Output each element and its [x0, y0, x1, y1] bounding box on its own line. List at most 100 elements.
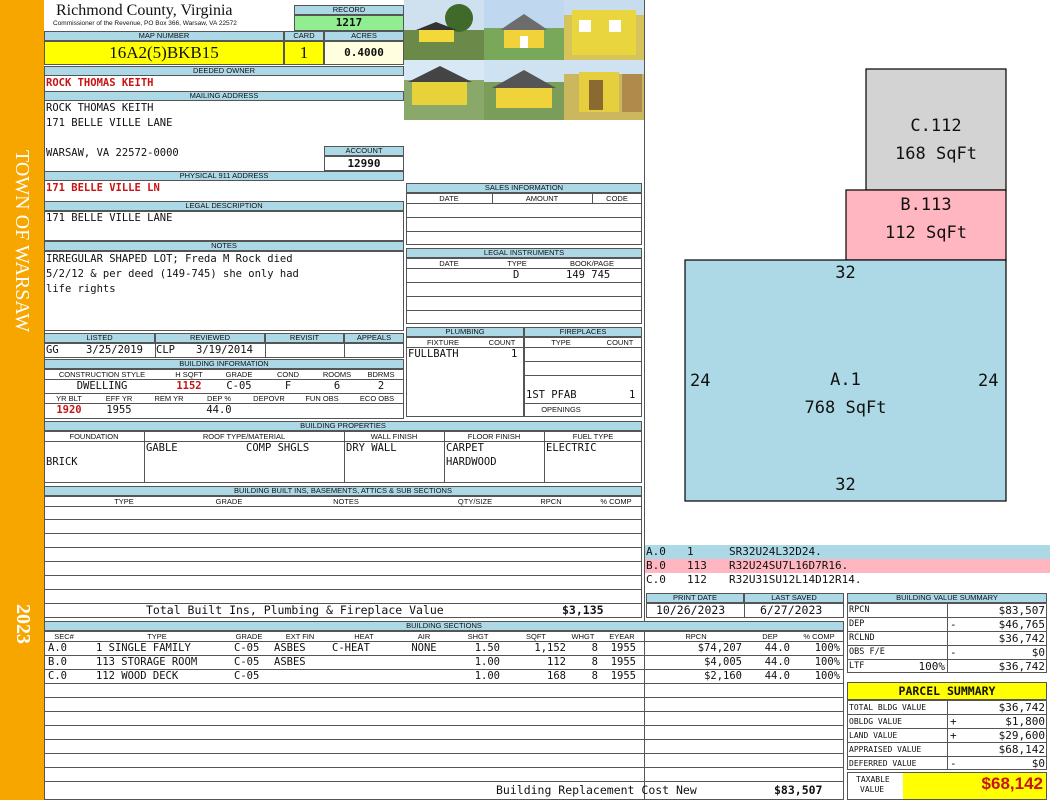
bld-dep: 44.0: [206, 404, 232, 416]
replacement-label: Building Replacement Cost New: [496, 783, 697, 797]
account-label: ACCOUNT: [324, 146, 404, 156]
sec-row-line: [44, 697, 844, 698]
fire-count: 1: [629, 389, 636, 401]
instr-bookpage: 149 745: [566, 269, 611, 281]
bld-col-remyr: REM YR: [154, 394, 184, 403]
bvs-dep-label: DEP: [849, 619, 865, 629]
tax-year: 2023: [12, 604, 34, 644]
section-cell-whgt: 8: [591, 656, 598, 668]
section-cell-shgt: 1.00: [474, 670, 500, 682]
bvs-rpcn-value: $83,507: [998, 604, 1045, 617]
fire-row: [524, 403, 642, 404]
listed-label: LISTED: [44, 333, 155, 343]
parcel-land-label: LAND VALUE: [849, 731, 898, 740]
mailing-line2: 171 BELLE VILLE LANE: [46, 117, 173, 129]
section-cell-shgt: 1.00: [474, 656, 500, 668]
section-cell-sqft: 112: [547, 656, 566, 668]
sales-col-date: DATE: [439, 194, 459, 203]
bvs-label: BUILDING VALUE SUMMARY: [847, 593, 1047, 603]
bld-bdrms: 2: [377, 380, 385, 392]
map-label: MAP NUMBER: [44, 31, 284, 41]
taxable-label-1: TAXABLE: [856, 775, 890, 784]
bi-divider: [44, 506, 642, 507]
section-cell-comp: 100%: [814, 656, 840, 668]
props-foundation: BRICK: [46, 456, 78, 468]
bi-col-qty: QTY/SIZE: [457, 497, 493, 506]
bvs-obs-value: $0: [1031, 646, 1045, 659]
instr-type: D: [513, 269, 520, 281]
print-date-label: PRINT DATE: [646, 593, 744, 603]
record-label: RECORD: [294, 5, 404, 15]
sketch-b-code: B.113: [900, 195, 952, 215]
section-cell-type: 112 WOOD DECK: [96, 670, 179, 682]
sales-col-line: [492, 193, 493, 203]
section-cell-sqft: 1,152: [534, 642, 566, 654]
bld-col-effyr: EFF YR: [105, 394, 133, 403]
sec-col-comp: % COMP: [803, 632, 835, 641]
props-floor-1: CARPET: [446, 442, 484, 454]
sections-label: BUILDING SECTIONS: [44, 621, 844, 631]
sec-col-type: TYPE: [147, 632, 167, 641]
sec-row-line: [44, 711, 844, 712]
sales-row: [406, 231, 642, 232]
legal-box: [44, 211, 404, 241]
section-cell-rpcn: $4,005: [704, 656, 742, 668]
instr-col-book: BOOK/PAGE: [569, 259, 615, 268]
listed-col-line: [155, 343, 156, 358]
notes-line3: life rights: [46, 283, 116, 295]
sec-row-line: [44, 683, 844, 684]
sketch-b-area: 112 SqFt: [885, 223, 967, 243]
bvs-ltf-label: LTF: [849, 661, 865, 671]
sales-row: [406, 217, 642, 218]
mailing-line1: ROCK THOMAS KEITH: [46, 102, 154, 114]
builtins-label: BUILDING BUILT INS, BASEMENTS, ATTICS & …: [44, 486, 642, 496]
dates-col-line: [744, 603, 745, 618]
listed-date: 3/25/2019: [86, 344, 143, 356]
sketch-dim-left: 24: [690, 371, 711, 391]
taxable-label-2: VALUE: [860, 785, 885, 794]
sketch-c-area: 168 SqFt: [895, 144, 977, 164]
bld-hsqft: 1152: [176, 380, 202, 392]
bi-row: [44, 547, 642, 548]
section-cell-sec: C.0: [48, 670, 67, 682]
props-col-line: [344, 431, 345, 483]
section-cell-sec: A.0: [48, 642, 67, 654]
sec-row-line: [44, 725, 844, 726]
plumb-col-fixture: FIXTURE: [426, 338, 460, 347]
account-number: 12990: [324, 156, 404, 171]
listed-col-line: [265, 343, 266, 358]
bi-row: [44, 519, 642, 520]
section-cell-ext: ASBES: [274, 656, 306, 668]
bld-rooms: 6: [333, 380, 341, 392]
bvs-rpcn-label: RPCN: [849, 605, 870, 615]
physical-address: 171 BELLE VILLE LN: [46, 182, 160, 194]
sales-col-code: CODE: [606, 194, 628, 203]
bld-col-grade: GRADE: [225, 370, 253, 379]
props-col-fuel: FUEL TYPE: [572, 432, 614, 441]
taxable-value: $68,142: [981, 774, 1043, 793]
sketch-legend-a: [645, 545, 1050, 559]
legend-a-num: 1: [687, 545, 694, 558]
sales-label: SALES INFORMATION: [406, 183, 642, 193]
props-col-line: [444, 431, 445, 483]
instr-row: [406, 282, 642, 283]
sec-col-heat: HEAT: [354, 632, 374, 641]
props-col-wall: WALL FINISH: [370, 432, 418, 441]
section-cell-rpcn: $74,207: [697, 642, 742, 654]
sec-col-grade: GRADE: [235, 632, 263, 641]
parcel-land-value: $29,600: [998, 729, 1045, 742]
props-wall: DRY WALL: [346, 442, 397, 454]
section-cell-eyear: 1955: [610, 656, 636, 668]
sec-row-line: [44, 753, 844, 754]
bi-row: [44, 561, 642, 562]
sec-col-air: AIR: [417, 632, 431, 641]
section-cell-rpcn: $2,160: [704, 670, 742, 682]
bvs-ltf-value: $36,742: [998, 660, 1045, 673]
parcel-obldg-label: OBLDG VALUE: [849, 717, 902, 726]
listed-col-line: [344, 343, 345, 358]
bvs-rclnd-label: RCLND: [849, 633, 875, 643]
owner-label: DEEDED OWNER: [44, 66, 404, 76]
section-cell-eyear: 1955: [610, 670, 636, 682]
instr-row: [406, 296, 642, 297]
sec-col-whgt: WHGT: [571, 632, 595, 641]
